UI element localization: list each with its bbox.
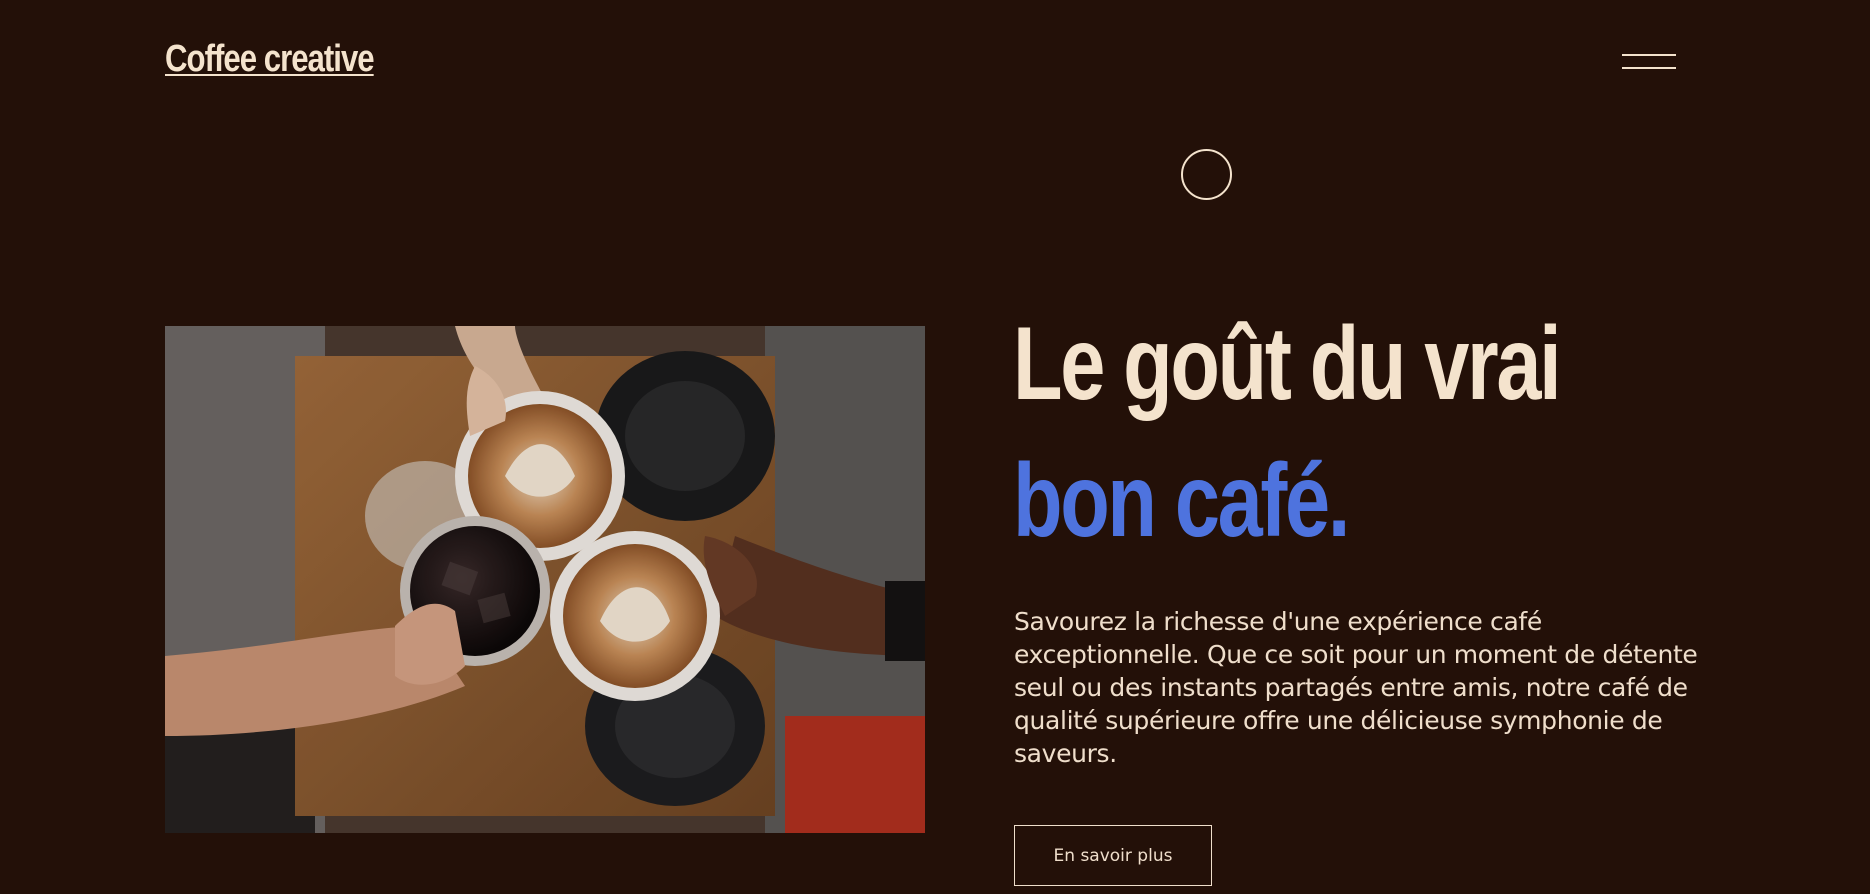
menu-line (1622, 67, 1676, 69)
coffee-cheers-photo (165, 326, 925, 833)
site-logo[interactable]: Coffee creative (165, 38, 375, 81)
hero-description: Savourez la richesse d'une expérience ca… (1014, 607, 1698, 768)
circle-outline-icon (1181, 149, 1232, 200)
learn-more-button[interactable]: En savoir plus (1014, 825, 1212, 886)
hamburger-menu-icon[interactable] (1622, 50, 1678, 72)
headline-line-2: bon café. (1013, 443, 1350, 560)
headline-line-1: Le goût du vrai (1013, 306, 1562, 422)
menu-line (1622, 54, 1676, 56)
hero-headline: Le goût du vrai bon café. (1013, 296, 1562, 571)
